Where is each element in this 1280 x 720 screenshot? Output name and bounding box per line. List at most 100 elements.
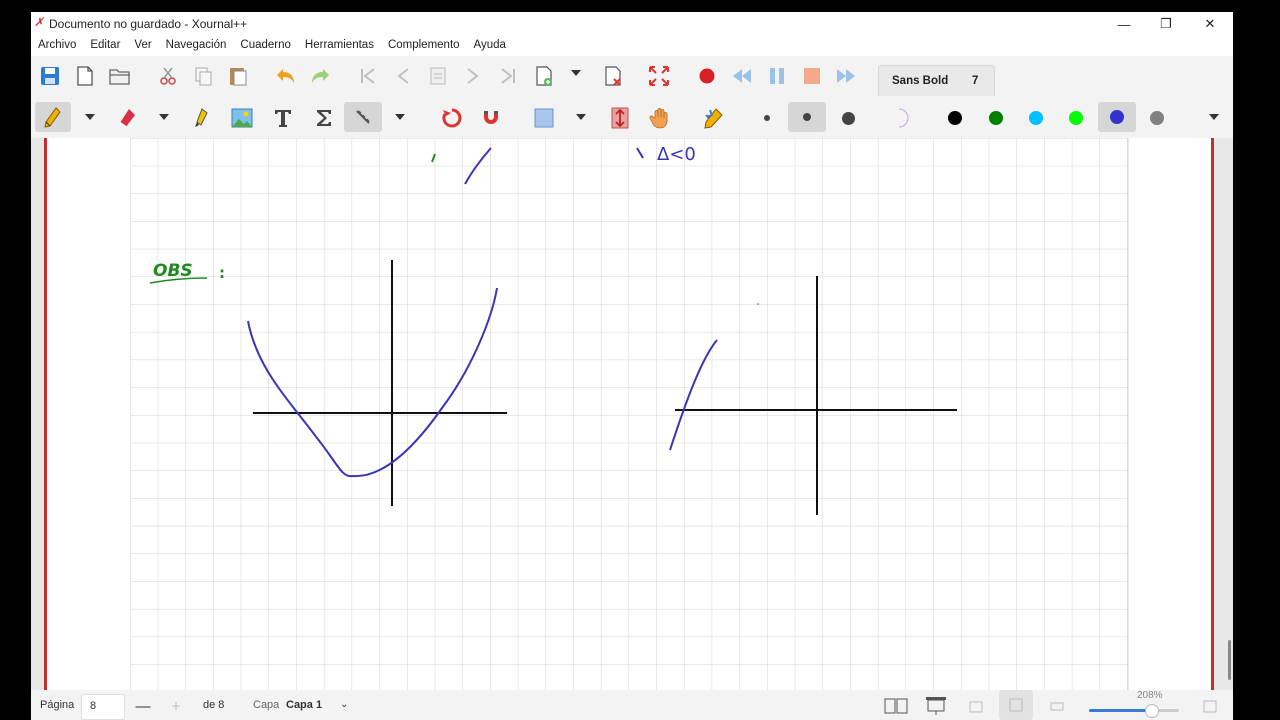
menu-archivo[interactable]: Archivo [31,36,83,56]
thick-icon[interactable] [835,106,861,130]
color-blue[interactable] [1098,102,1136,132]
window-title: Documento no guardado - Xournal++ [49,17,248,31]
goto-next-icon[interactable] [460,64,486,88]
vertical-scrollbar[interactable] [1228,640,1231,680]
color-swatch [989,111,1003,125]
medium-icon[interactable] [788,102,826,132]
menu-complemento[interactable]: Complemento [381,36,467,56]
layer-dropdown-icon[interactable]: ⌄ [340,699,348,710]
page-count: de 8 [203,699,225,711]
pause-icon[interactable] [764,64,790,88]
fullscreen-icon[interactable] [646,64,672,88]
color-swatch [1150,111,1164,125]
close-button[interactable]: ✕ [1188,12,1232,36]
hand-icon[interactable] [647,106,673,130]
menu-bar: Archivo Editar Ver Navegación Cuaderno H… [31,36,1233,56]
zoom-slider-handle[interactable] [1145,704,1159,718]
font-button[interactable]: Sans Bold 7 [878,65,995,98]
zoom-slider[interactable] [1089,704,1179,718]
title-bar: ✗ Documento no guardado - Xournal++ — ❐ … [31,12,1233,36]
open-icon[interactable] [107,64,133,88]
copy-icon[interactable] [190,64,216,88]
app-window: ✗ Documento no guardado - Xournal++ — ❐ … [31,12,1233,720]
undo-icon[interactable] [273,64,299,88]
maximize-button[interactable]: ❐ [1144,12,1188,36]
color-gray[interactable] [1144,106,1170,130]
zoom-in-icon[interactable] [1193,694,1227,718]
layer-value[interactable]: Capa 1 [286,699,322,711]
color-black[interactable] [942,106,968,130]
latex-icon[interactable] [311,106,337,130]
redo-icon[interactable] [307,64,333,88]
page-plus-button[interactable]: + [159,694,193,718]
fill-icon[interactable] [889,106,915,130]
menu-ver[interactable]: Ver [127,36,158,56]
two-pages-icon[interactable] [879,694,913,718]
new-icon[interactable] [72,64,98,88]
color-swatch [1069,111,1083,125]
select-rect-icon[interactable] [531,106,557,130]
color-green[interactable] [983,106,1009,130]
stop-icon[interactable] [799,64,825,88]
zoom-fit-icon[interactable] [999,690,1033,720]
forward-icon[interactable] [833,64,859,88]
goto-last-icon[interactable] [495,64,521,88]
vertical-space-icon[interactable] [607,106,633,130]
chevron-down-icon[interactable] [576,114,586,120]
menu-cuaderno[interactable]: Cuaderno [233,36,298,56]
grid-snap-icon[interactable] [478,106,504,130]
chevron-down-icon[interactable] [85,114,95,120]
color-swatch [948,111,962,125]
record-icon[interactable] [694,64,720,88]
ruler-icon[interactable] [344,102,382,132]
presentation-icon[interactable] [919,694,953,718]
menu-editar[interactable]: Editar [83,36,127,56]
highlighter-icon[interactable] [188,106,214,130]
chevron-down-icon[interactable] [159,114,169,120]
chevron-down-icon[interactable] [1209,114,1219,120]
pen-icon[interactable] [35,102,71,132]
chevron-down-icon[interactable] [395,114,405,120]
menu-navegacion[interactable]: Navegación [159,36,234,56]
eraser-icon[interactable] [114,106,140,130]
minimize-button[interactable]: — [1102,12,1146,36]
xournal-icon: ✗ [34,15,45,29]
tools-toolbar [31,96,1233,138]
rewind-icon[interactable] [729,64,755,88]
delete-page-icon[interactable] [600,64,626,88]
page-border-right [1211,138,1214,690]
goto-page-icon[interactable] [425,64,451,88]
zoom-level: 208% [1137,690,1163,701]
page-number-input[interactable]: 8 [81,694,125,720]
menu-herramientas[interactable]: Herramientas [298,36,381,56]
maximize-icon: ❐ [1160,16,1172,31]
text-icon[interactable] [270,106,296,130]
color-light-blue[interactable] [1023,106,1049,130]
zoom-out-icon[interactable] [959,694,993,718]
page-minus-button[interactable]: — [126,694,160,718]
goto-back-icon[interactable] [390,64,416,88]
page-number-value: 8 [90,700,97,712]
rotation-snap-icon[interactable] [439,106,465,130]
page-label: Página [40,699,75,711]
font-name: Sans Bold [892,75,949,87]
document-area[interactable]: Δ<0 OBS : [31,138,1233,690]
image-icon[interactable] [229,106,255,130]
new-page-icon[interactable] [531,64,557,88]
goto-first-icon[interactable] [355,64,381,88]
obs-colon: : [219,264,225,282]
page-canvas[interactable]: Δ<0 OBS : [47,138,1211,690]
default-tool-icon[interactable] [700,106,726,130]
menu-ayuda[interactable]: Ayuda [467,36,513,56]
plus-icon: + [171,697,181,715]
cut-icon[interactable] [155,64,181,88]
fine-icon[interactable] [754,106,780,130]
save-icon[interactable] [37,64,63,88]
color-light-green[interactable] [1063,106,1089,130]
paste-icon[interactable] [225,64,251,88]
chevron-down-icon[interactable] [571,70,581,76]
color-swatch [1029,111,1043,125]
zoom-100-icon[interactable] [1040,694,1074,718]
delta-label: Δ<0 [657,144,696,165]
main-toolbar: Sans Bold 7 [31,56,1233,98]
